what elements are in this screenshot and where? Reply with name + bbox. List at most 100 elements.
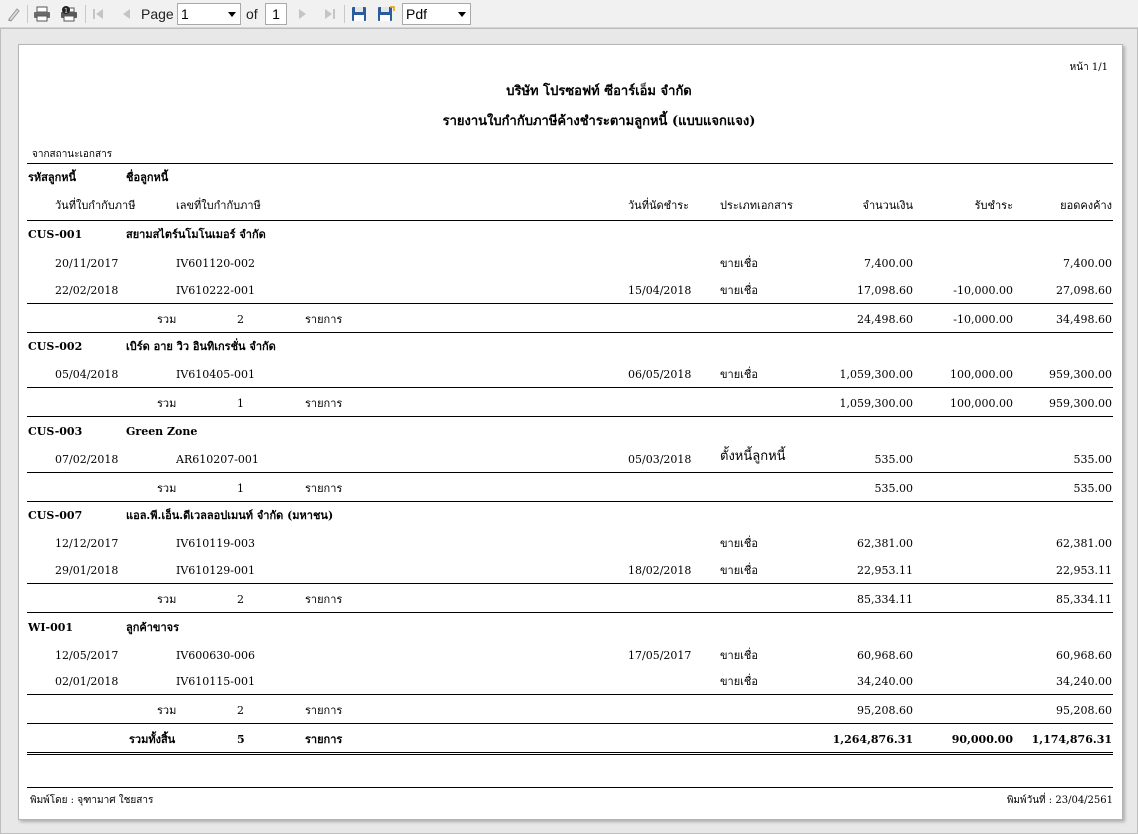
amount: 34,240.00 — [857, 675, 913, 688]
debtor-name: เบิร์ด อาย วิว อินทิเกรชั่น จำกัด — [126, 340, 276, 353]
amount: 22,953.11 — [857, 564, 913, 577]
divider — [27, 612, 1113, 613]
subtotal-balance: 34,498.60 — [1056, 313, 1112, 326]
subtotal-unit: รายการ — [305, 704, 343, 717]
due-date: 18/02/2018 — [628, 564, 692, 577]
debtor-name: สยามสไตร์นโมโนเมอร์ จำกัด — [126, 228, 266, 241]
subtotal-amount: 95,208.60 — [857, 704, 913, 717]
amount: 60,968.60 — [857, 649, 913, 662]
debtor-name: แอล.พี.เอ็น.ดีเวลลอปเมนท์ จำกัด (มหาชน) — [126, 509, 334, 522]
subtotal-count: 2 — [237, 704, 244, 717]
invoice-number: IV610119-003 — [176, 537, 255, 550]
amount: 17,098.60 — [857, 284, 913, 297]
of-label: of — [246, 6, 258, 22]
next-page-icon[interactable] — [294, 5, 312, 23]
divider — [27, 583, 1113, 584]
grand-total-label: รวมทั้งสิ้น — [129, 733, 176, 746]
report-title: รายงานใบกำกับภาษีค้างชำระตามลูกหนี้ (แบบ… — [442, 114, 756, 129]
subtotal-unit: รายการ — [305, 397, 343, 410]
subtotal-balance: 959,300.00 — [1049, 397, 1112, 410]
amount: 535.00 — [874, 453, 914, 466]
header-debtor-code: รหัสลูกหนี้ — [28, 171, 77, 184]
invoice-date: 05/04/2018 — [55, 368, 119, 381]
divider — [27, 787, 1113, 788]
export-icon[interactable] — [376, 5, 396, 23]
invoice-date: 02/01/2018 — [55, 675, 119, 688]
due-date: 15/04/2018 — [628, 284, 692, 297]
print-preview-icon[interactable]: 1 — [58, 5, 80, 23]
invoice-date: 12/12/2017 — [55, 537, 119, 550]
amount: 1,059,300.00 — [839, 368, 913, 381]
subtotal-amount: 24,498.60 — [857, 313, 913, 326]
invoice-date: 12/05/2017 — [55, 649, 119, 662]
due-date: 17/05/2017 — [628, 649, 692, 662]
debtor-code: CUS-002 — [28, 340, 83, 353]
header-balance: ยอดคงค้าง — [1060, 199, 1112, 212]
invoice-number: IV610115-001 — [176, 675, 255, 688]
amount: 62,381.00 — [857, 537, 913, 550]
grand-total-amount: 1,264,876.31 — [832, 733, 913, 746]
invoice-number: IV601120-002 — [176, 257, 255, 270]
divider — [27, 387, 1113, 388]
page-info: หน้า 1/1 — [1069, 62, 1108, 73]
subtotal-count: 1 — [237, 397, 244, 410]
report-toolbar: 1 Page 1 of 1 Pdf — [0, 0, 1138, 28]
amount: 7,400.00 — [864, 257, 913, 270]
subtotal-paid: 100,000.00 — [950, 397, 1013, 410]
save-icon[interactable] — [350, 5, 368, 23]
page-number-select[interactable]: 1 — [177, 3, 241, 25]
last-page-icon[interactable] — [319, 5, 339, 23]
previous-page-icon[interactable] — [117, 5, 135, 23]
report-viewer: หน้า 1/1 บริษัท โปรซอฟท์ ซีอาร์เอ็ม จำกั… — [0, 28, 1138, 834]
edit-icon[interactable] — [4, 5, 24, 23]
divider — [27, 723, 1113, 724]
chevron-down-icon — [458, 12, 466, 17]
header-debtor-name: ชื่อลูกหนี้ — [126, 171, 169, 184]
export-format-select[interactable]: Pdf — [402, 3, 471, 25]
print-icon[interactable] — [32, 5, 52, 23]
document-type: ขายเชื่อ — [720, 675, 758, 688]
subtotal-balance: 95,208.60 — [1056, 704, 1112, 717]
subtotal-label: รวม — [157, 313, 177, 326]
subtotal-balance: 535.00 — [1073, 482, 1113, 495]
balance-amount: 60,968.60 — [1056, 649, 1112, 662]
subtotal-unit: รายการ — [305, 482, 343, 495]
divider — [27, 163, 1113, 164]
balance-amount: 34,240.00 — [1056, 675, 1112, 688]
grand-total-balance: 1,174,876.31 — [1031, 733, 1112, 746]
document-type: ขายเชื่อ — [720, 564, 758, 577]
invoice-date: 29/01/2018 — [55, 564, 119, 577]
divider — [27, 332, 1113, 333]
invoice-number: IV610222-001 — [176, 284, 255, 297]
header-amount: จำนวนเงิน — [862, 199, 914, 212]
balance-amount: 62,381.00 — [1056, 537, 1112, 550]
subtotal-count: 2 — [237, 593, 244, 606]
invoice-number: IV610129-001 — [176, 564, 255, 577]
balance-amount: 7,400.00 — [1063, 257, 1112, 270]
debtor-name: ลูกค้าขาจร — [126, 621, 179, 634]
invoice-number: IV600630-006 — [176, 649, 255, 662]
svg-text:1: 1 — [64, 8, 68, 15]
debtor-code: WI-001 — [28, 621, 74, 634]
subtotal-balance: 85,334.11 — [1056, 593, 1112, 606]
first-page-icon[interactable] — [90, 5, 108, 23]
invoice-number: IV610405-001 — [176, 368, 255, 381]
header-paid: รับชำระ — [974, 199, 1013, 212]
document-type: ขายเชื่อ — [720, 368, 758, 381]
divider — [27, 416, 1113, 417]
debtor-code: CUS-003 — [28, 425, 83, 438]
divider — [27, 694, 1113, 695]
debtor-code: CUS-001 — [28, 228, 83, 241]
printed-by: พิมพ์โดย : จุฑามาศ ใชยสาร — [30, 795, 154, 806]
source-label: จากสถานะเอกสาร — [32, 149, 113, 160]
divider — [27, 220, 1113, 221]
balance-amount: 22,953.11 — [1056, 564, 1112, 577]
paid-amount: 100,000.00 — [950, 368, 1013, 381]
subtotal-label: รวม — [157, 482, 177, 495]
company-name: บริษัท โปรซอฟท์ ซีอาร์เอ็ม จำกัด — [506, 84, 692, 99]
export-format-value: Pdf — [406, 6, 428, 22]
document-type: ตั้งหนี้ลูกหนี้ — [720, 449, 786, 464]
divider — [27, 472, 1113, 473]
chevron-down-icon — [228, 12, 236, 17]
header-doc-type: ประเภทเอกสาร — [720, 199, 793, 212]
